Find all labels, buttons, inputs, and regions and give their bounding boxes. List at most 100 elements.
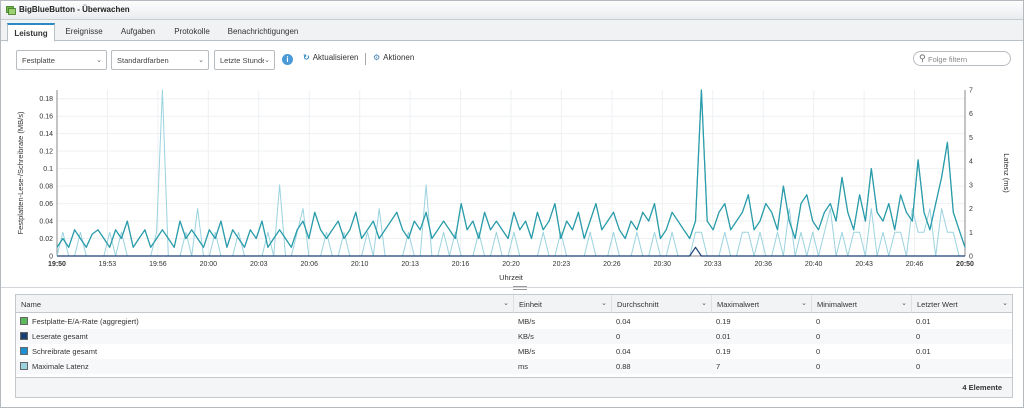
y-tick-label-right: 3: [969, 182, 973, 189]
y-tick-label-left: 0.14: [39, 131, 53, 138]
y-tick-label-right: 6: [969, 111, 973, 118]
performance-chart: 0 0.02 0.04 0.06 0.08 0.1 0.12 0.14 0.16 0.18 0 1 2 3…: [16, 88, 1011, 283]
filter-input[interactable]: ⚲ Folge filtern: [913, 51, 1011, 66]
y-tick-label-left: 0.04: [39, 219, 53, 226]
column-header-name[interactable]: Name ⌄: [16, 295, 514, 313]
column-header-max[interactable]: Maximalwert ⌄: [712, 295, 812, 313]
metric-select-value: Festplatte: [22, 56, 55, 65]
x-tick-label: 19:50: [48, 261, 66, 268]
window-title: BigBlueButton - Überwachen: [19, 5, 130, 14]
y-tick-label-right: 5: [969, 135, 973, 142]
actions-label: Aktionen: [383, 53, 415, 62]
y-tick-label-left: 0.06: [39, 201, 53, 208]
row-last: 0: [916, 362, 921, 371]
chevron-down-icon: ⌄: [264, 56, 270, 64]
chevron-down-icon: ⌄: [96, 57, 102, 64]
x-tick-label: 19:53: [99, 261, 117, 268]
x-tick-label: 20:33: [704, 261, 722, 268]
chevron-down-icon[interactable]: ⌄: [503, 299, 509, 307]
pane-splitter[interactable]: [1, 286, 1023, 291]
toolbar: Festplatte ⌄ Standardfarben ⌄ Letzte Stu…: [1, 45, 1023, 75]
range-select[interactable]: Letzte Stunde ⌄: [214, 50, 275, 70]
chevron-down-icon[interactable]: ⌄: [801, 299, 807, 307]
color-select[interactable]: Standardfarben ⌄: [111, 50, 209, 70]
column-header-min[interactable]: Minimalwert ⌄: [812, 295, 912, 313]
row-min: 0: [816, 332, 821, 341]
chevron-down-icon: ⌄: [198, 57, 204, 64]
x-tick-label: 20:00: [200, 261, 218, 268]
x-tick-label: 20:13: [401, 261, 419, 268]
actions-button[interactable]: ⚙ Aktionen: [373, 53, 414, 62]
x-tick-label: 20:26: [603, 261, 621, 268]
row-last: 0: [916, 332, 921, 341]
metric-select[interactable]: Festplatte ⌄: [16, 50, 107, 70]
y-tick-label-right: 1: [969, 230, 973, 237]
chevron-down-icon[interactable]: ⌄: [1002, 299, 1008, 307]
row-min: 0: [816, 362, 821, 371]
splitter-handle[interactable]: [513, 286, 527, 290]
row-min: 0: [816, 347, 821, 356]
vm-icon: [6, 6, 16, 15]
x-tick-label: 20:16: [452, 261, 470, 268]
filter-placeholder: Folge filtern: [928, 55, 968, 64]
refresh-label: Aktualisieren: [312, 53, 359, 62]
x-tick-label: 20:43: [855, 261, 873, 268]
x-tick-label: 20:36: [754, 261, 772, 268]
series-color-swatch: [20, 362, 28, 370]
x-tick-label: 20:23: [553, 261, 571, 268]
x-tick-label: 20:06: [300, 261, 318, 268]
row-max: 0.01: [716, 332, 731, 341]
column-header-unit[interactable]: Einheit ⌄: [514, 295, 612, 313]
column-header-label: Einheit: [519, 300, 542, 309]
y-tick-label-left: 0.1: [43, 166, 53, 173]
y-tick-label-left: 0.08: [39, 184, 53, 191]
x-tick-label: 20:40: [805, 261, 823, 268]
y-tick-label-left: 0.16: [39, 114, 53, 121]
column-header-label: Maximalwert: [717, 300, 760, 309]
row-max: 7: [716, 362, 721, 371]
y-axis-label-left: Festplatten-Lese-/Schreibrate (MB/s): [16, 111, 25, 234]
range-select-value: Letzte Stunde: [220, 56, 267, 65]
y-tick-label-left: 0.12: [39, 149, 53, 156]
toolbar-separator: [365, 53, 366, 65]
table-row[interactable]: Schreibrate gesamt MB/s 0.04 0.19 0 0.01: [16, 344, 1012, 359]
x-tick-label: 19:56: [149, 261, 167, 268]
tab-bar: Leistung Ereignisse Aufgaben Protokolle …: [1, 20, 1023, 42]
series-color-swatch: [20, 317, 28, 325]
table-row[interactable]: Leserate gesamt KB/s 0 0.01 0 0: [16, 329, 1012, 344]
chevron-down-icon[interactable]: ⌄: [601, 299, 607, 307]
column-header-label: Letzter Wert: [917, 300, 958, 309]
x-tick-label: 20:46: [906, 261, 924, 268]
chevron-down-icon[interactable]: ⌄: [901, 299, 907, 307]
tab-benachrichtigungen[interactable]: Benachrichtigungen: [223, 23, 303, 41]
table-footer: 4 Elemente: [16, 377, 1012, 397]
tab-ereignisse[interactable]: Ereignisse: [59, 23, 109, 41]
chevron-down-icon[interactable]: ⌄: [701, 299, 707, 307]
row-last: 0.01: [916, 347, 931, 356]
column-header-last[interactable]: Letzter Wert ⌄: [912, 295, 1012, 313]
row-last: 0.01: [916, 317, 931, 326]
tab-aufgaben[interactable]: Aufgaben: [113, 23, 163, 41]
row-average: 0: [616, 332, 621, 341]
row-name: Schreibrate gesamt: [32, 347, 98, 356]
x-tick-label: 20:20: [502, 261, 520, 268]
column-header-average[interactable]: Durchschnitt ⌄: [612, 295, 712, 313]
x-tick-label: 20:10: [351, 261, 369, 268]
info-icon[interactable]: i: [282, 54, 293, 65]
row-average: 0.04: [616, 317, 631, 326]
table-row[interactable]: Maximale Latenz ms 0.88 7 0 0: [16, 359, 1012, 374]
tab-leistung[interactable]: Leistung: [7, 23, 55, 42]
tab-protokolle[interactable]: Protokolle: [167, 23, 217, 41]
refresh-button[interactable]: ↻ Aktualisieren: [303, 53, 359, 62]
y-tick-label-left: 0: [49, 254, 53, 261]
legend-table: Name ⌄ Einheit ⌄ Durchschnitt ⌄ Maximalwert…: [15, 294, 1013, 398]
column-header-label: Minimalwert: [817, 300, 858, 309]
y-tick-label-left: 0.18: [39, 96, 53, 103]
item-count: 4 Elemente: [962, 383, 1002, 392]
table-row[interactable]: Festplatte-E/A-Rate (aggregiert) MB/s 0.…: [16, 314, 1012, 329]
row-unit: KB/s: [518, 332, 534, 341]
y-tick-label-right: 4: [969, 159, 973, 166]
y-axis-label-right: Latenz (ms): [1002, 153, 1011, 193]
column-header-label: Name: [21, 300, 42, 309]
search-icon: ⚲: [919, 53, 926, 63]
